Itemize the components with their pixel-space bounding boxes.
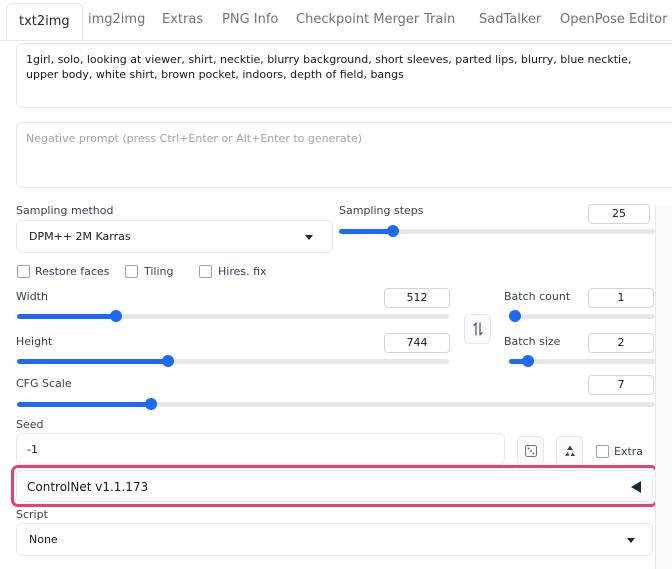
tiling-label: Tiling: [144, 265, 174, 278]
tab-bar: txt2img img2img Extras PNG Info Checkpoi…: [0, 0, 672, 41]
prompt-text: 1girl, solo, looking at viewer, shirt, n…: [26, 53, 632, 81]
right-panel-edge: [655, 205, 672, 569]
batch-count-slider[interactable]: [509, 310, 655, 322]
width-label: Width: [16, 290, 48, 303]
script-value: None: [29, 533, 58, 546]
cfg-scale-fill: [17, 402, 151, 407]
dice-icon: [524, 445, 537, 457]
tab-checkpoint-merger[interactable]: Checkpoint Merger: [296, 12, 419, 27]
tab-extras[interactable]: Extras: [162, 12, 203, 27]
restore-faces-checkbox[interactable]: [17, 265, 30, 278]
sampling-method-value: DPM++ 2M Karras: [29, 230, 131, 243]
sampling-steps-slider[interactable]: [339, 225, 655, 237]
seed-label: Seed: [16, 418, 44, 431]
tab-sadtalker[interactable]: SadTalker: [479, 12, 541, 27]
sampling-steps-fill: [339, 229, 393, 234]
sampling-method-select[interactable]: DPM++ 2M Karras: [16, 220, 333, 253]
cfg-scale-input[interactable]: 7: [588, 375, 654, 395]
negative-prompt-placeholder: Negative prompt (press Ctrl+Enter or Alt…: [26, 132, 362, 145]
collapse-arrow-icon[interactable]: [631, 481, 641, 493]
batch-size-thumb[interactable]: [522, 355, 534, 367]
batch-size-input[interactable]: 2: [588, 333, 654, 353]
hires-fix-checkbox[interactable]: [199, 265, 212, 278]
width-slider[interactable]: [17, 310, 449, 322]
recycle-icon: [564, 445, 575, 456]
sampling-steps-label: Sampling steps: [339, 204, 424, 217]
seed-input[interactable]: -1: [16, 433, 505, 465]
script-label: Script: [16, 508, 48, 521]
width-thumb[interactable]: [110, 310, 122, 322]
sampling-steps-input[interactable]: 25: [588, 204, 650, 224]
swap-dimensions-button[interactable]: [464, 314, 491, 344]
seed-value: -1: [27, 443, 38, 456]
height-input[interactable]: 744: [384, 333, 450, 353]
batch-count-input[interactable]: 1: [588, 288, 654, 308]
sampling-method-label: Sampling method: [16, 204, 114, 217]
cfg-scale-slider[interactable]: [17, 398, 655, 410]
height-slider[interactable]: [17, 355, 449, 367]
cfg-scale-label: CFG Scale: [16, 377, 72, 390]
tab-png-info[interactable]: PNG Info: [222, 12, 278, 27]
tab-txt2img[interactable]: txt2img: [6, 3, 83, 40]
chevron-down-icon: [305, 235, 313, 240]
batch-size-slider[interactable]: [509, 355, 655, 367]
height-label: Height: [16, 335, 53, 348]
tab-img2img[interactable]: img2img: [88, 12, 145, 27]
cfg-scale-thumb[interactable]: [145, 398, 157, 410]
controlnet-accordion[interactable]: ControlNet v1.1.173: [16, 470, 653, 502]
script-select[interactable]: None: [16, 523, 653, 556]
prompt-textarea[interactable]: 1girl, solo, looking at viewer, shirt, n…: [16, 43, 672, 108]
sampling-steps-thumb[interactable]: [387, 225, 399, 237]
random-seed-button[interactable]: [517, 436, 544, 466]
restore-faces-label: Restore faces: [35, 265, 110, 278]
tab-openpose-editor[interactable]: OpenPose Editor: [560, 12, 667, 27]
hires-fix-label: Hires. fix: [218, 265, 267, 278]
batch-size-label: Batch size: [504, 335, 561, 348]
height-thumb[interactable]: [162, 355, 174, 367]
extra-seed-label: Extra: [614, 445, 644, 458]
tab-train[interactable]: Train: [424, 12, 455, 27]
batch-count-thumb[interactable]: [509, 310, 521, 322]
chevron-down-icon: [627, 538, 635, 543]
controlnet-label: ControlNet v1.1.173: [27, 480, 149, 494]
width-input[interactable]: 512: [384, 288, 450, 308]
tiling-checkbox[interactable]: [125, 265, 138, 278]
swap-vertical-icon: [472, 322, 483, 336]
reuse-seed-button[interactable]: [556, 436, 583, 466]
negative-prompt-textarea[interactable]: Negative prompt (press Ctrl+Enter or Alt…: [16, 122, 672, 188]
extra-seed-checkbox[interactable]: [596, 445, 609, 458]
width-fill: [17, 314, 116, 319]
height-fill: [17, 359, 168, 364]
batch-count-label: Batch count: [504, 290, 571, 303]
